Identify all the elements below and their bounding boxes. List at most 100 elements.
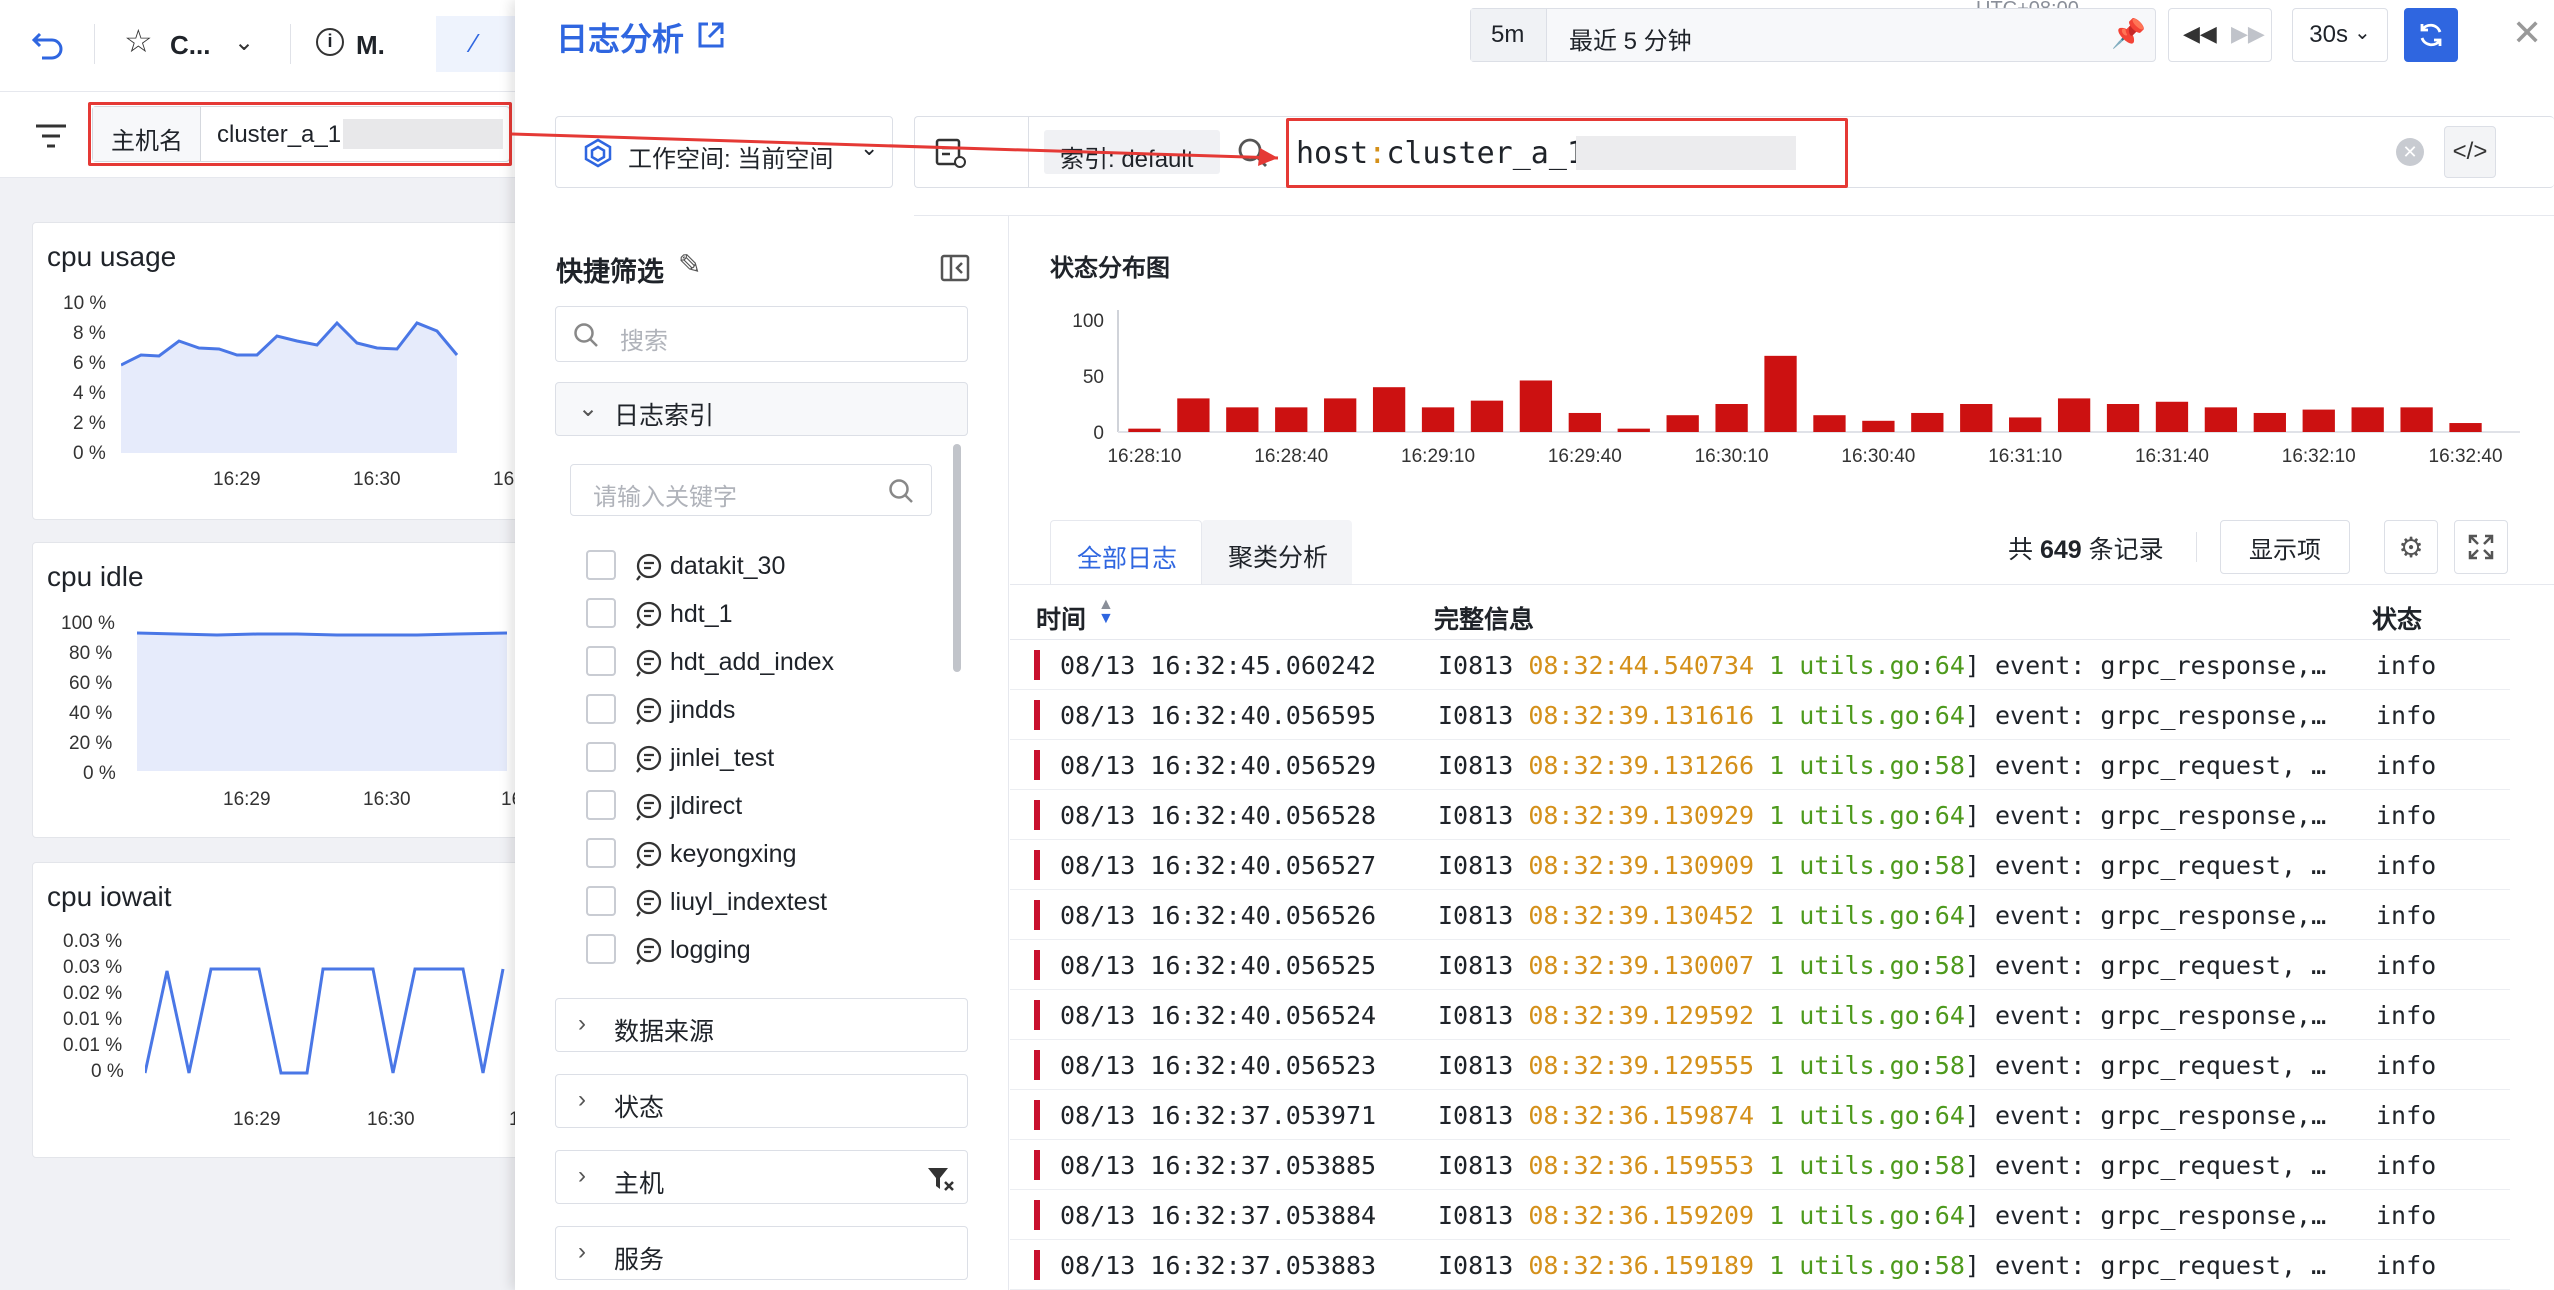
facet-datasource[interactable]: › 数据来源 [555, 998, 968, 1052]
checkbox[interactable] [586, 550, 616, 580]
time-range-picker[interactable]: 5m 最近 5 分钟 📌 [1470, 8, 2156, 62]
checkbox[interactable] [586, 790, 616, 820]
checkbox[interactable] [586, 598, 616, 628]
facet-service[interactable]: › 服务 [555, 1226, 968, 1280]
ai-tab[interactable]: ⁄ [436, 16, 520, 72]
refresh-button[interactable] [2404, 8, 2458, 62]
table-row[interactable]: 08/13 16:32:37.053884 I0813 08:32:36.159… [1010, 1190, 2510, 1240]
status-bar[interactable] [1128, 428, 1161, 432]
index-item[interactable]: hdt_add_index [586, 644, 946, 684]
status-bar[interactable] [2204, 407, 2238, 432]
status-bar[interactable] [1177, 398, 1210, 432]
status-bar[interactable] [2449, 423, 2482, 432]
pin-icon[interactable]: 📌 [2111, 17, 2146, 50]
code-mode-button[interactable]: </> [2444, 126, 2496, 178]
status-bar[interactable] [1764, 355, 1797, 432]
tab-cluster-analysis[interactable]: 聚类分析 [1202, 520, 1352, 584]
table-row[interactable]: 08/13 16:32:40.056523 I0813 08:32:39.129… [1010, 1040, 2510, 1090]
settings-button[interactable]: ⚙ [2384, 520, 2438, 574]
table-row[interactable]: 08/13 16:32:40.056525 I0813 08:32:39.130… [1010, 940, 2510, 990]
collapse-icon[interactable] [940, 254, 970, 282]
facet-index-section[interactable]: ⌄ 日志索引 [555, 382, 968, 436]
checkbox[interactable] [586, 646, 616, 676]
status-bar[interactable] [1275, 407, 1308, 432]
table-row[interactable]: 08/13 16:32:40.056528 I0813 08:32:39.130… [1010, 790, 2510, 840]
table-row[interactable]: 08/13 16:32:40.056529 I0813 08:32:39.131… [1010, 740, 2510, 790]
status-bar[interactable] [1617, 428, 1650, 432]
clear-filter-icon[interactable] [926, 1165, 956, 1193]
checkbox[interactable] [586, 742, 616, 772]
status-bar[interactable] [1372, 387, 1406, 432]
status-bar[interactable] [2155, 401, 2189, 432]
table-row[interactable]: 08/13 16:32:40.056595 I0813 08:32:39.131… [1010, 690, 2510, 740]
status-bar[interactable] [2106, 404, 2140, 432]
index-item[interactable]: hdt_1 [586, 596, 946, 636]
column-message[interactable]: 完整信息 [1434, 600, 1534, 636]
status-bar[interactable] [2400, 407, 2433, 432]
index-item[interactable]: liuyl_indextest [586, 884, 946, 924]
index-item[interactable]: keyongxing [586, 836, 946, 876]
rewind-icon[interactable]: ◀◀ [2183, 21, 2217, 47]
status-bar[interactable] [1568, 412, 1601, 432]
info-label[interactable]: M. [356, 30, 385, 61]
keyword-input[interactable]: 请输入关键字 [570, 464, 932, 516]
table-row[interactable]: 08/13 16:32:40.056526 I0813 08:32:39.130… [1010, 890, 2510, 940]
chevron-down-icon[interactable]: ⌄ [234, 28, 254, 57]
edit-icon[interactable]: ✎ [678, 248, 701, 281]
filter-icon[interactable] [34, 122, 68, 150]
table-row[interactable]: 08/13 16:32:37.053885 I0813 08:32:36.159… [1010, 1140, 2510, 1190]
status-bar[interactable] [2253, 412, 2286, 432]
status-bar[interactable] [1960, 404, 1993, 432]
status-bar[interactable] [1715, 404, 1748, 432]
table-row[interactable]: 08/13 16:32:37.053971 I0813 08:32:36.159… [1010, 1090, 2510, 1140]
checkbox[interactable] [586, 694, 616, 724]
checkbox[interactable] [586, 934, 616, 964]
table-row[interactable]: 08/13 16:32:40.056527 I0813 08:32:39.130… [1010, 840, 2510, 890]
status-bar[interactable] [2302, 409, 2335, 432]
index-item[interactable]: jindds [586, 692, 946, 732]
checkbox[interactable] [586, 886, 616, 916]
status-bar[interactable] [2009, 417, 2042, 432]
tab-all-logs[interactable]: 全部日志 [1050, 520, 1202, 584]
display-columns-button[interactable]: 显示项 [2220, 520, 2350, 574]
status-bar[interactable] [1813, 415, 1846, 432]
status-bar[interactable] [1470, 400, 1504, 432]
star-icon[interactable]: ☆ [124, 22, 153, 60]
status-bar[interactable] [1519, 380, 1553, 432]
status-bar[interactable] [1226, 407, 1259, 432]
facet-host[interactable]: › 主机 [555, 1150, 968, 1204]
undo-icon[interactable] [30, 26, 66, 62]
dashboard-name[interactable]: C... [170, 30, 210, 61]
table-row[interactable]: 08/13 16:32:45.060242 I0813 08:32:44.540… [1010, 640, 2510, 690]
status-bar[interactable] [1421, 407, 1455, 432]
close-icon[interactable]: ✕ [2512, 12, 2542, 54]
status-bar[interactable] [1666, 415, 1699, 432]
facet-status[interactable]: › 状态 [555, 1074, 968, 1128]
fullscreen-button[interactable] [2454, 520, 2508, 574]
table-row[interactable]: 08/13 16:32:40.056524 I0813 08:32:39.129… [1010, 990, 2510, 1040]
index-item[interactable]: jldirect [586, 788, 946, 828]
sort-icon[interactable]: ▲ ▼ [1098, 597, 1114, 627]
index-item[interactable]: logging [586, 932, 946, 972]
column-status[interactable]: 状态 [2372, 600, 2422, 636]
status-bar[interactable] [2351, 407, 2384, 432]
forward-icon[interactable]: ▶▶ [2231, 21, 2265, 47]
status-bar[interactable] [1911, 412, 1944, 432]
status-bar[interactable] [1324, 398, 1357, 432]
index-item[interactable]: datakit_30 [586, 548, 946, 588]
status-bar[interactable] [2057, 398, 2091, 432]
info-icon[interactable]: i [316, 28, 344, 56]
column-time[interactable]: 时间 [1036, 600, 1086, 636]
status-bar[interactable] [1862, 420, 1895, 432]
time-cell: 08/13 16:32:37.053884 [1060, 1201, 1377, 1230]
external-link-icon[interactable] [696, 20, 726, 50]
scrollbar[interactable] [953, 444, 961, 672]
sidebar-search-input[interactable]: 搜索 [555, 306, 968, 362]
status-bar [1034, 1050, 1040, 1080]
refresh-interval-select[interactable]: 30s ⌄ [2292, 8, 2388, 62]
highlight-box [88, 102, 512, 166]
table-row[interactable]: 08/13 16:32:37.053883 I0813 08:32:36.159… [1010, 1240, 2510, 1290]
clear-icon[interactable]: ✕ [2396, 138, 2424, 166]
index-item[interactable]: jinlei_test [586, 740, 946, 780]
checkbox[interactable] [586, 838, 616, 868]
